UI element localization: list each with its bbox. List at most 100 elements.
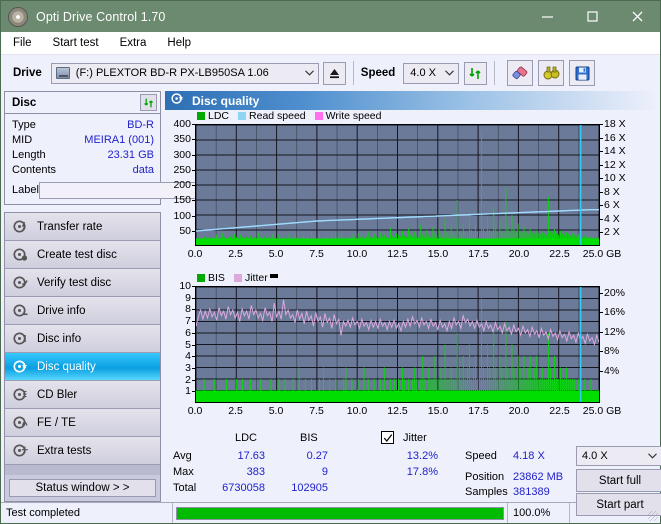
drive-select[interactable]: (F:) PLEXTOR BD-R PX-LB950SA 1.06 (50, 62, 319, 84)
y2-tick-mark (600, 124, 603, 125)
speed-select[interactable]: 4.0 X (403, 62, 460, 84)
x-tick-label: 10.0 (346, 248, 368, 260)
y2-tick-mark (600, 370, 603, 372)
menu-file[interactable]: File (4, 35, 41, 51)
y2-tick-label: 20% (604, 286, 626, 299)
app-icon (8, 6, 28, 27)
legend-swatch (197, 112, 205, 120)
y-tick-label: 3 (185, 361, 191, 374)
erase-button[interactable] (507, 60, 534, 86)
minimize-button[interactable] (525, 1, 570, 32)
inspect-button[interactable] (538, 60, 565, 86)
sidebar-item-fe-te[interactable]: FE / TE (5, 409, 160, 437)
menu-bar: File Start test Extra Help (1, 32, 660, 55)
sidebar-item-label: Extra tests (37, 444, 92, 457)
test-speed-value: 4.0 X (582, 450, 608, 462)
stats-row-avg-label: Avg (173, 450, 192, 462)
menu-start-test[interactable]: Start test (44, 35, 108, 51)
y-tick-label: 350 (173, 133, 191, 146)
sidebar-item-create-test-disc[interactable]: Create test disc (5, 241, 160, 269)
nav-filler (5, 465, 160, 475)
y-tick-label: 250 (173, 163, 191, 176)
binoculars-icon (543, 66, 560, 79)
legend-entry: Jitter (233, 272, 268, 284)
stats-row-avg-ldc: 17.63 (237, 450, 265, 462)
page-title: Disc quality (192, 93, 260, 108)
test-speed-select[interactable]: 4.0 X (576, 446, 661, 466)
start-full-button[interactable]: Start full (576, 469, 661, 492)
y-tick-mark (192, 154, 195, 156)
y2-tick-mark (600, 218, 603, 220)
speed-select-value: 4.0 X (410, 67, 436, 79)
sidebar-item-label: Disc info (37, 332, 82, 345)
resize-grip[interactable] (648, 511, 658, 521)
ldc-plot-area[interactable] (195, 124, 600, 246)
content-header: Disc quality (165, 91, 657, 110)
x-tick-label: 20.0 (508, 248, 530, 260)
menu-extra[interactable]: Extra (111, 35, 156, 51)
legend-swatch (197, 274, 205, 282)
statistics-area: LDC BIS Jitter Avg 17.63 0.27 13.2% Max … (165, 427, 661, 516)
nav-list: Transfer rate Create test disc Verify te… (5, 213, 160, 475)
sidebar-item-label: FE / TE (37, 416, 76, 429)
statistics-table: LDC BIS Jitter Avg 17.63 0.27 13.2% Max … (165, 427, 465, 502)
legend-label: LDC (208, 110, 230, 122)
title-bar: Opti Drive Control 1.70 (1, 1, 660, 32)
x-tick-label: 7.5 (309, 248, 324, 260)
y-tick-mark (192, 124, 195, 125)
ldc-chart: LDC Read speed Write speed 400 350 300 250 200… (165, 110, 657, 270)
legend-entry: Read speed (238, 110, 306, 122)
x-tick-label: 0.0 (187, 248, 203, 260)
stats-row-max-label: Max (173, 466, 194, 478)
y2-tick-mark (600, 331, 603, 333)
save-button[interactable] (569, 60, 596, 86)
y2-tick-mark (600, 151, 603, 153)
main-body: Disc Type BD-R MID MEIRA1 (001) Length 2… (1, 91, 661, 516)
sidebar-item-disc-info[interactable]: Disc info (5, 325, 160, 353)
eraser-icon (512, 66, 528, 79)
position-label: Position (465, 471, 505, 483)
status-message: Test completed (1, 503, 173, 523)
disc-type-value: BD-R (127, 118, 154, 131)
status-bar: Test completed 100.0% 33:13 (1, 502, 660, 523)
y2-tick-label: 12 X (604, 158, 626, 171)
y2-tick-label: 8% (604, 345, 620, 358)
status-window-button[interactable]: Status window > > (9, 479, 156, 497)
x-tick-label: 12.5 (387, 248, 408, 260)
chevron-down-icon (441, 64, 458, 83)
y-tick-mark (192, 169, 195, 171)
y-tick-label: 8 (185, 303, 191, 316)
menu-help[interactable]: Help (158, 35, 200, 51)
y-tick-label: 4 (185, 350, 191, 363)
sidebar-item-extra-tests[interactable]: Extra tests (5, 437, 160, 465)
bis-plot-area[interactable] (195, 286, 600, 403)
disc-transfer-icon (13, 219, 28, 234)
jitter-checkbox[interactable] (381, 431, 394, 444)
sidebar-item-cd-bler[interactable]: CD Bler (5, 381, 160, 409)
eject-button[interactable] (322, 61, 346, 85)
refresh-button[interactable] (464, 61, 488, 85)
y2-tick-label: 10 X (604, 172, 626, 185)
stats-row-total-bis: 102905 (291, 482, 328, 494)
y-tick-label: 300 (173, 148, 191, 161)
y2-tick-mark (600, 312, 603, 314)
disc-contents-value: data (132, 163, 154, 176)
x-tick-label: 0.0 (187, 405, 203, 417)
stats-row-max-bis: 9 (321, 466, 328, 478)
x-tick-label: 15.0 (427, 248, 449, 260)
disc-properties: Type BD-R MID MEIRA1 (001) Length 23.31 … (5, 114, 246, 204)
sidebar-item-verify-test-disc[interactable]: Verify test disc (5, 269, 160, 297)
y-tick-label: 50 (179, 224, 191, 237)
drive-info-icon (13, 303, 28, 318)
disc-refresh-button[interactable] (140, 94, 157, 111)
sidebar-item-drive-info[interactable]: Drive info (5, 297, 160, 325)
toolbar-separator-1 (352, 61, 354, 85)
close-button[interactable] (615, 1, 660, 32)
maximize-button[interactable] (570, 1, 615, 32)
sidebar-item-disc-quality[interactable]: Disc quality (5, 353, 160, 381)
y2-tick-label: 18 X (604, 118, 626, 130)
sidebar-item-transfer-rate[interactable]: Transfer rate (5, 213, 160, 241)
legend-entry: BIS (197, 272, 225, 284)
ldc-chart-legend: LDC Read speed Write speed (197, 110, 387, 122)
y2-tick-mark (600, 178, 603, 180)
